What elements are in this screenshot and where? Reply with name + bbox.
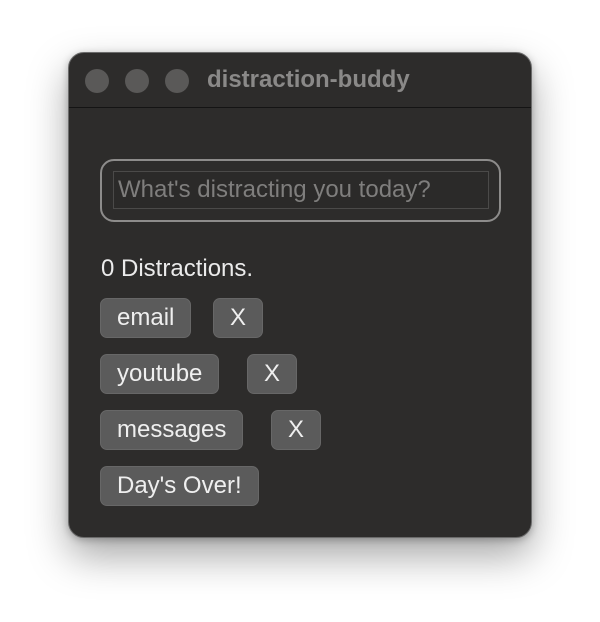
distraction-input-container [100, 159, 501, 222]
window-title: distraction-buddy [207, 66, 410, 93]
close-window-button[interactable] [85, 69, 109, 93]
distraction-count: 0 Distractions. [101, 255, 254, 282]
app-window: distraction-buddy 0 Distractions. email … [68, 52, 532, 538]
minimize-window-button[interactable] [125, 69, 149, 93]
remove-distraction-button-messages[interactable]: X [271, 410, 322, 450]
distraction-button-youtube[interactable]: youtube [100, 354, 220, 394]
days-over-button[interactable]: Day's Over! [100, 466, 259, 506]
distraction-input[interactable] [113, 171, 489, 209]
distraction-button-email[interactable]: email [100, 298, 192, 338]
remove-distraction-button-youtube[interactable]: X [247, 354, 298, 394]
title-bar[interactable]: distraction-buddy [69, 53, 531, 108]
remove-distraction-button-email[interactable]: X [213, 298, 264, 338]
distraction-button-messages[interactable]: messages [100, 410, 244, 450]
zoom-window-button[interactable] [165, 69, 189, 93]
